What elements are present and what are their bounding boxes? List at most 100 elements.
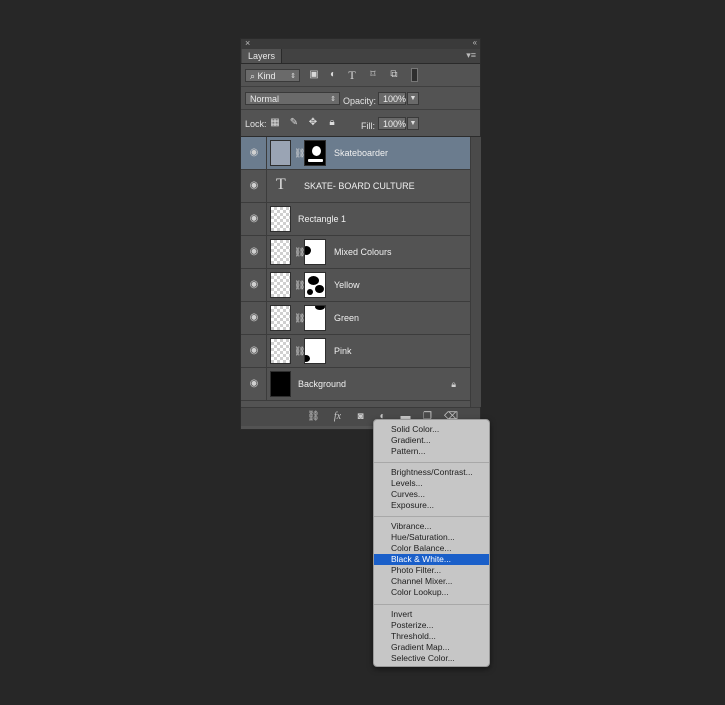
menu-item-gradient[interactable]: Gradient... — [374, 435, 489, 446]
collapse-icon[interactable]: ‹‹ — [473, 38, 477, 47]
layer-thumbnail[interactable] — [270, 305, 291, 331]
lock-row: Lock: ▦ ✎ ✥ 🔒︎ Fill: 100% ▼ — [241, 110, 480, 137]
menu-item-selective-color[interactable]: Selective Color... — [374, 653, 489, 664]
opacity-arrow-button[interactable]: ▼ — [407, 92, 419, 105]
add-mask-icon[interactable]: ◙ — [354, 411, 367, 423]
eye-icon[interactable]: ◉ — [247, 378, 261, 390]
menu-item-vibrance[interactable]: Vibrance... — [374, 521, 489, 532]
chevron-down-icon: ▼ — [409, 120, 417, 127]
smart-object-filter-icon[interactable]: ⧉ — [388, 69, 400, 81]
layer-thumbnail[interactable] — [270, 206, 291, 232]
lock-label: Lock: — [245, 119, 267, 129]
lock-image-pixels-icon[interactable]: ✎ — [288, 117, 300, 129]
menu-item-pattern[interactable]: Pattern... — [374, 446, 489, 457]
fill-field[interactable]: 100% — [378, 117, 406, 130]
eye-icon[interactable]: ◉ — [247, 345, 261, 357]
divider — [266, 302, 267, 334]
filter-toggle-icon[interactable] — [411, 68, 418, 82]
layer-name[interactable]: Rectangle 1 — [298, 214, 346, 224]
eye-icon[interactable]: ◉ — [247, 312, 261, 324]
mask-shape — [315, 285, 324, 293]
eye-icon[interactable]: ◉ — [247, 246, 261, 258]
shape-filter-icon[interactable]: ⌑ — [367, 69, 379, 81]
menu-separator — [374, 462, 489, 463]
layer-pink[interactable]: ◉ ⛓ Pink — [241, 335, 470, 368]
menu-item-posterize[interactable]: Posterize... — [374, 620, 489, 631]
eye-icon[interactable]: ◉ — [247, 213, 261, 225]
lock-all-icon[interactable]: 🔒︎ — [326, 117, 338, 129]
panel-menu-icon[interactable]: ▾≡ — [466, 50, 476, 61]
menu-separator — [374, 604, 489, 605]
layer-mask-thumbnail[interactable] — [304, 305, 326, 331]
eye-icon[interactable]: ◉ — [247, 279, 261, 291]
menu-item-levels[interactable]: Levels... — [374, 478, 489, 489]
menu-item-gradient-map[interactable]: Gradient Map... — [374, 642, 489, 653]
menu-item-exposure[interactable]: Exposure... — [374, 500, 489, 511]
layer-thumbnail[interactable] — [270, 338, 291, 364]
lock-position-icon[interactable]: ✥ — [307, 117, 319, 129]
layer-yellow[interactable]: ◉ ⛓ Yellow — [241, 269, 470, 302]
image-filter-icon[interactable]: ▣ — [308, 69, 320, 81]
kind-filter-dropdown[interactable]: ⌕ Kind ⇕ — [245, 69, 300, 82]
layer-name[interactable]: SKATE- BOARD CULTURE — [304, 181, 415, 191]
layer-name[interactable]: Skateboarder — [334, 148, 388, 158]
layer-mask-thumbnail[interactable] — [304, 239, 326, 265]
layer-mask-thumbnail[interactable] — [304, 338, 326, 364]
fill-arrow-button[interactable]: ▼ — [407, 117, 419, 130]
layer-name[interactable]: Pink — [334, 346, 352, 356]
mask-shape — [308, 276, 319, 285]
type-filter-icon[interactable]: T — [346, 69, 358, 81]
layer-text[interactable]: ◉ T SKATE- BOARD CULTURE — [241, 170, 470, 203]
eye-icon[interactable]: ◉ — [247, 180, 261, 192]
mask-shape — [312, 146, 321, 156]
blend-row: Normal ⇕ Opacity: 100% ▼ — [241, 87, 480, 110]
stepper-icon: ⇕ — [290, 73, 296, 80]
layer-thumbnail[interactable] — [270, 239, 291, 265]
lock-transparent-pixels-icon[interactable]: ▦ — [269, 117, 281, 129]
menu-item-brightness-contrast[interactable]: Brightness/Contrast... — [374, 467, 489, 478]
layers-scrollbar[interactable] — [470, 137, 481, 407]
layer-background[interactable]: ◉ Background 🔒︎ — [241, 368, 470, 401]
menu-item-color-lookup[interactable]: Color Lookup... — [374, 587, 489, 598]
menu-item-solid-color[interactable]: Solid Color... — [374, 424, 489, 435]
menu-item-channel-mixer[interactable]: Channel Mixer... — [374, 576, 489, 587]
layer-rectangle[interactable]: ◉ Rectangle 1 — [241, 203, 470, 236]
menu-item-invert[interactable]: Invert — [374, 609, 489, 620]
layer-thumbnail[interactable] — [270, 272, 291, 298]
link-layers-icon[interactable]: ⛓ — [307, 411, 320, 423]
layer-thumbnail[interactable] — [270, 371, 291, 397]
menu-item-hue-saturation[interactable]: Hue/Saturation... — [374, 532, 489, 543]
layer-mask-thumbnail[interactable] — [304, 272, 326, 298]
link-icon[interactable]: ⛓ — [294, 246, 305, 258]
mask-shape — [315, 306, 325, 310]
divider — [266, 269, 267, 301]
mask-shape — [305, 246, 311, 255]
link-icon[interactable]: ⛓ — [294, 279, 305, 291]
menu-item-photo-filter[interactable]: Photo Filter... — [374, 565, 489, 576]
layer-mask-thumbnail[interactable] — [304, 140, 326, 166]
layer-mixed-colours[interactable]: ◉ ⛓ Mixed Colours — [241, 236, 470, 269]
close-icon[interactable]: × — [245, 38, 250, 48]
blend-mode-dropdown[interactable]: Normal ⇕ — [245, 92, 340, 105]
menu-item-curves[interactable]: Curves... — [374, 489, 489, 500]
layer-skateboarder[interactable]: ◉ ⛓ Skateboarder — [241, 137, 470, 170]
fill-label: Fill: — [361, 121, 375, 131]
link-icon[interactable]: ⛓ — [294, 345, 305, 357]
layer-thumbnail[interactable] — [270, 140, 291, 166]
adjustment-filter-icon[interactable]: ◐ — [327, 69, 339, 81]
menu-item-threshold[interactable]: Threshold... — [374, 631, 489, 642]
layer-name[interactable]: Mixed Colours — [334, 247, 392, 257]
opacity-label: Opacity: — [343, 96, 377, 106]
menu-item-black-white[interactable]: Black & White... — [374, 554, 489, 565]
tab-layers[interactable]: Layers — [242, 49, 283, 63]
eye-icon[interactable]: ◉ — [247, 147, 261, 159]
layer-name[interactable]: Background — [298, 379, 346, 389]
opacity-field[interactable]: 100% — [378, 92, 406, 105]
link-icon[interactable]: ⛓ — [294, 147, 305, 159]
fx-icon[interactable]: fx — [331, 411, 344, 423]
layer-name[interactable]: Green — [334, 313, 359, 323]
menu-item-color-balance[interactable]: Color Balance... — [374, 543, 489, 554]
layer-name[interactable]: Yellow — [334, 280, 360, 290]
layer-green[interactable]: ◉ ⛓ Green — [241, 302, 470, 335]
link-icon[interactable]: ⛓ — [294, 312, 305, 324]
